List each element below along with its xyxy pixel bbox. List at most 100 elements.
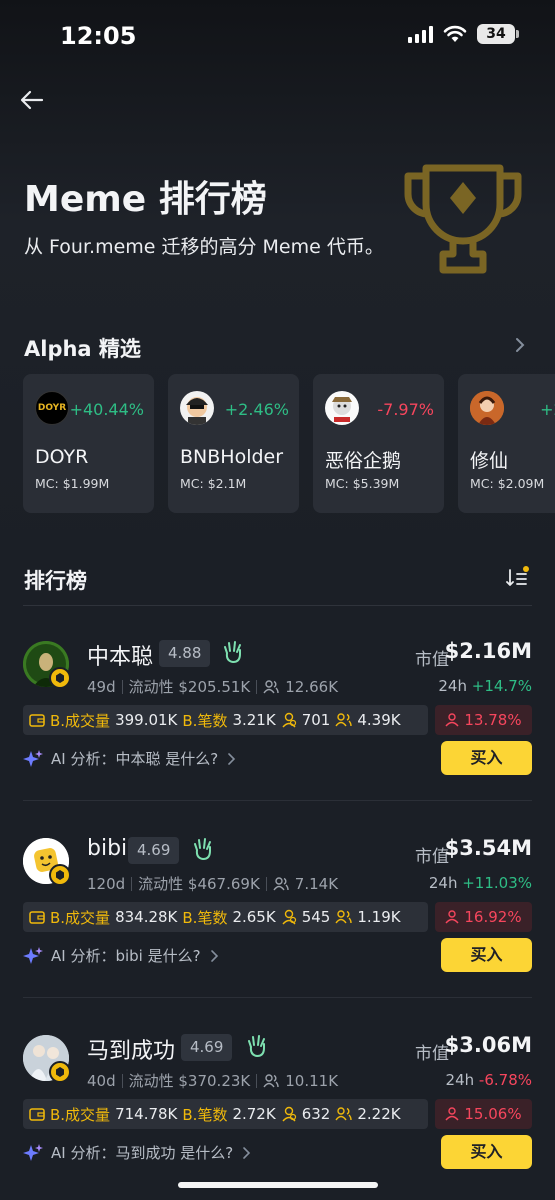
sparkle-icon bbox=[23, 946, 43, 964]
status-bar: 12:05 34 bbox=[0, 0, 555, 70]
page-title: Meme 排行榜 bbox=[24, 179, 267, 220]
token-logo bbox=[180, 391, 214, 425]
home-indicator[interactable] bbox=[178, 1182, 378, 1188]
ranking-item[interactable]: 中本聪 4.88 49d 流动性 $205.51K 12.66K 市值 $2.1… bbox=[0, 605, 555, 801]
stats-bar: B.成交量 399.01K B.笔数 3.21K 701 4.39K bbox=[23, 705, 428, 735]
divider bbox=[265, 876, 267, 891]
ai-analysis-link[interactable]: AI 分析：中本聪 是什么? bbox=[23, 748, 236, 769]
alpha-card[interactable]: +2.46% BNBHolder MC: $2.1M bbox=[168, 374, 299, 513]
alpha-card[interactable]: +2.2 修仙 MC: $2.09M bbox=[458, 374, 555, 513]
alpha-name: 恶俗企鹅 bbox=[325, 450, 402, 472]
holders-icon bbox=[273, 876, 289, 890]
ai-analysis-text: AI 分析：bibi 是什么? bbox=[51, 947, 201, 965]
wallet-icon bbox=[29, 911, 45, 924]
verified-badge-icon bbox=[49, 864, 71, 886]
buyers-value: 1.19K bbox=[357, 908, 401, 926]
traders-value: 701 bbox=[301, 711, 331, 729]
token-meta: 120d 流动性 $467.69K 7.14K bbox=[87, 873, 338, 894]
chevron-right-icon bbox=[243, 1146, 251, 1159]
ai-analysis-link[interactable]: AI 分析：bibi 是什么? bbox=[23, 945, 219, 966]
alpha-mc: MC: $1.99M bbox=[35, 476, 110, 491]
divider bbox=[256, 679, 258, 694]
traders-icon bbox=[282, 712, 296, 728]
change-24h: 24h -6.78% bbox=[446, 1071, 532, 1089]
volume-label: B.成交量 bbox=[50, 1105, 111, 1124]
divider bbox=[256, 1073, 258, 1088]
buyers-value: 2.22K bbox=[357, 1105, 401, 1123]
volume-value: 834.28K bbox=[115, 908, 178, 926]
market-cap-value: $2.16M bbox=[444, 639, 532, 663]
holders-icon bbox=[263, 1073, 279, 1087]
score-badge: 4.69 bbox=[181, 1034, 233, 1061]
change-24h-value: -6.78% bbox=[478, 1071, 532, 1089]
alpha-name: 修仙 bbox=[470, 450, 509, 472]
hand-gesture-icon bbox=[224, 641, 241, 664]
ai-analysis-text: AI 分析：马到成功 是什么? bbox=[51, 1144, 234, 1162]
ai-analysis-text: AI 分析：中本聪 是什么? bbox=[51, 750, 219, 768]
alpha-change: +2.46% bbox=[224, 400, 289, 419]
tx-label: B.笔数 bbox=[182, 908, 228, 927]
token-logo bbox=[470, 391, 504, 425]
chevron-right-icon[interactable] bbox=[513, 336, 527, 354]
ranking-section-title: 排行榜 bbox=[24, 569, 87, 593]
tx-label: B.笔数 bbox=[182, 711, 228, 730]
wallet-icon bbox=[29, 714, 45, 727]
alpha-card[interactable]: DOYR +40.44% DOYR MC: $1.99M bbox=[23, 374, 154, 513]
top-holders-badge: 16.92% bbox=[435, 902, 532, 932]
signal-icon bbox=[408, 25, 433, 43]
buyers-value: 4.39K bbox=[357, 711, 401, 729]
alpha-card[interactable]: -7.97% 恶俗企鹅 MC: $5.39M bbox=[313, 374, 444, 513]
buy-button[interactable]: 买入 bbox=[441, 1135, 532, 1169]
change-24h: 24h +14.7% bbox=[438, 677, 532, 695]
token-age: 120d bbox=[87, 874, 126, 893]
chevron-right-icon bbox=[228, 752, 236, 765]
token-holders: 10.11K bbox=[285, 1071, 339, 1090]
token-age: 49d bbox=[87, 677, 116, 696]
token-logo bbox=[325, 391, 359, 425]
token-liquidity: 流动性 $467.69K bbox=[138, 875, 260, 893]
tx-value: 3.21K bbox=[232, 711, 276, 729]
stats-bar: B.成交量 834.28K B.笔数 2.65K 545 1.19K bbox=[23, 902, 428, 932]
status-icons: 34 bbox=[408, 24, 519, 44]
status-time: 12:05 bbox=[60, 22, 137, 50]
token-logo: DOYR bbox=[35, 391, 69, 425]
buy-button[interactable]: 买入 bbox=[441, 741, 532, 775]
token-holders: 12.66K bbox=[285, 677, 339, 696]
battery-icon: 34 bbox=[477, 24, 519, 44]
buy-button[interactable]: 买入 bbox=[441, 938, 532, 972]
traders-icon bbox=[282, 909, 296, 925]
volume-value: 714.78K bbox=[115, 1105, 178, 1123]
top-holders-pct: 13.78% bbox=[464, 711, 522, 729]
token-name: 中本聪 bbox=[87, 645, 154, 670]
token-name: 马到成功 bbox=[87, 1039, 176, 1064]
ranking-item[interactable]: 马到成功 4.69 40d 流动性 $370.23K 10.11K 市值 $3.… bbox=[0, 999, 555, 1195]
buyers-icon bbox=[335, 1107, 353, 1121]
alpha-mc: MC: $2.09M bbox=[470, 476, 545, 491]
token-liquidity: 流动性 $205.51K bbox=[128, 678, 251, 696]
top-holders-badge: 13.78% bbox=[435, 705, 532, 735]
sort-filter-icon[interactable] bbox=[505, 566, 529, 590]
token-age: 40d bbox=[87, 1071, 116, 1090]
alpha-section-title: Alpha 精选 bbox=[24, 337, 141, 361]
token-name: bibi bbox=[87, 836, 128, 861]
top-holders-pct: 15.06% bbox=[464, 1105, 522, 1123]
volume-label: B.成交量 bbox=[50, 908, 111, 927]
ai-analysis-link[interactable]: AI 分析：马到成功 是什么? bbox=[23, 1142, 251, 1163]
token-meta: 40d 流动性 $370.23K 10.11K bbox=[87, 1070, 338, 1091]
score-badge: 4.88 bbox=[159, 640, 211, 667]
change-24h: 24h +11.03% bbox=[429, 874, 532, 892]
divider bbox=[121, 1073, 123, 1088]
chevron-right-icon bbox=[210, 949, 218, 962]
divider bbox=[23, 997, 532, 998]
change-24h-label: 24h bbox=[445, 1071, 475, 1089]
alpha-name: BNBHolder bbox=[180, 446, 284, 468]
back-arrow-icon[interactable] bbox=[18, 86, 46, 114]
tx-value: 2.65K bbox=[232, 908, 276, 926]
ranking-item[interactable]: bibi 4.69 120d 流动性 $467.69K 7.14K 市值 $3.… bbox=[0, 802, 555, 998]
traders-value: 632 bbox=[301, 1105, 331, 1123]
top-holders-pct: 16.92% bbox=[464, 908, 522, 926]
change-24h-value: +11.03% bbox=[462, 874, 532, 892]
change-24h-label: 24h bbox=[438, 677, 467, 695]
trophy-icon bbox=[404, 164, 522, 274]
traders-icon bbox=[282, 1106, 296, 1122]
